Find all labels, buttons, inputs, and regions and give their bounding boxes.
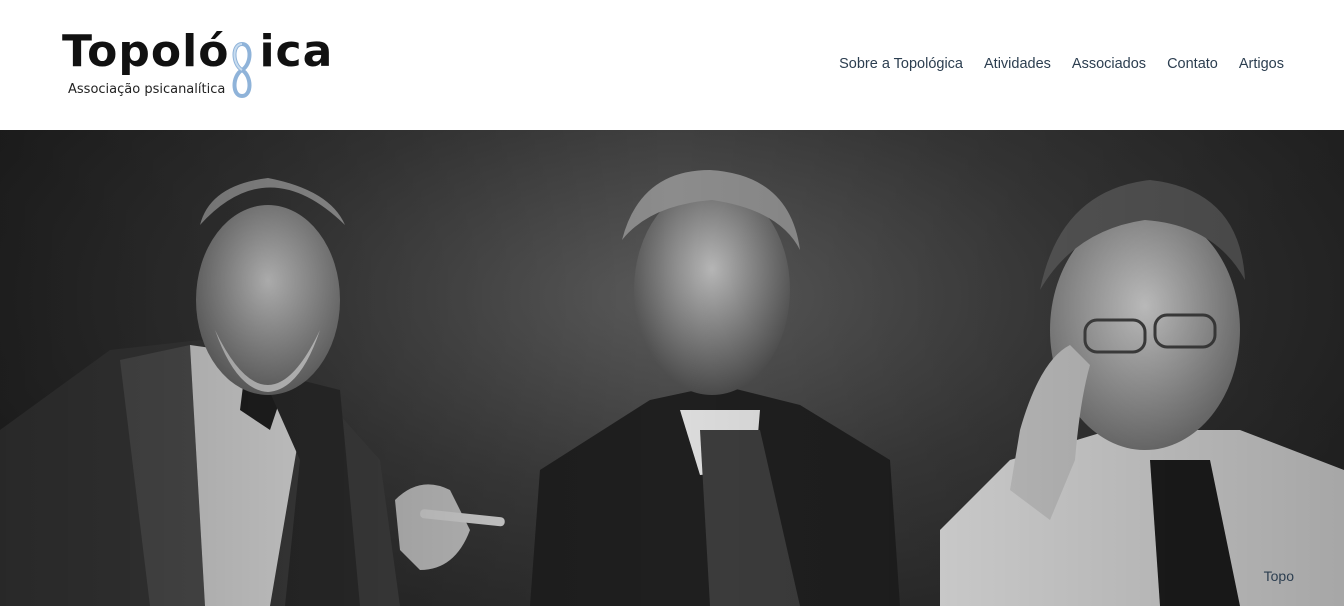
logo-tagline: Associação psicanalítica [68,82,226,97]
site-logo[interactable]: Topoló ica Associação psicanalítica [62,26,342,106]
back-to-top-link[interactable]: Topo [1264,568,1294,584]
nav-item-sobre[interactable]: Sobre a Topológica [839,56,963,72]
site-header: Topoló ica Associação psicanalítica Sobre… [0,0,1344,130]
mobius-knot-icon [232,41,252,99]
nav-item-contato[interactable]: Contato [1167,56,1218,72]
logo-wordmark: Topoló ica [62,26,334,77]
nav-item-artigos[interactable]: Artigos [1239,56,1284,72]
nav-item-associados[interactable]: Associados [1072,56,1146,72]
hero-portraits-image [0,130,1344,606]
main-nav: Sobre a Topológica Atividades Associados… [839,56,1284,72]
hero-banner: Topo [0,130,1344,606]
nav-item-atividades[interactable]: Atividades [984,56,1051,72]
